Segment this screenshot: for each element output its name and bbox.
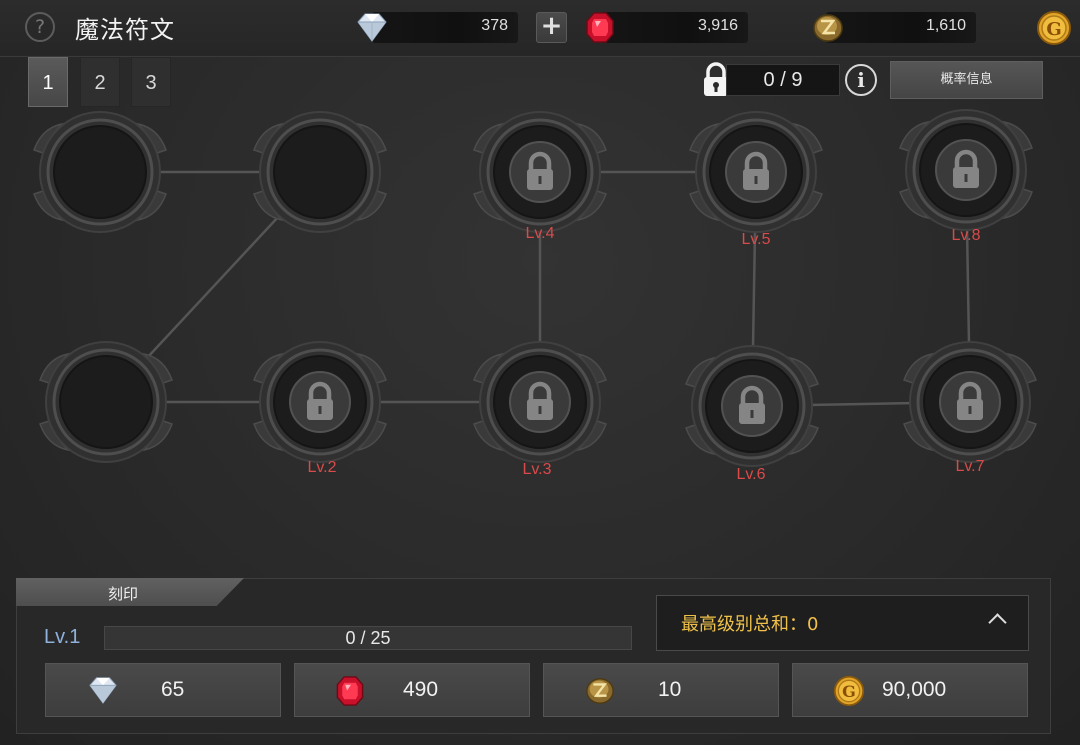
slot-level-label: Lv.8 [951, 227, 981, 244]
engrave-progress-bar: 0 / 25 [104, 626, 632, 650]
engrave-gold-button[interactable]: G 90,000 [792, 663, 1028, 717]
engrave-ruby-button[interactable]: 490 [294, 663, 530, 717]
rune-slot[interactable] [33, 111, 167, 233]
max-level-sum-text: 最高级别总和：0 [681, 614, 819, 635]
rune-stone-cost-value: 10 [658, 678, 682, 701]
probability-info-button[interactable]: 概率信息 [890, 61, 1043, 99]
rune-slot[interactable] [473, 341, 607, 463]
padlock-keyhole [538, 406, 542, 414]
ruby-icon [586, 12, 614, 43]
padlock-keyhole [968, 406, 972, 414]
rune-slot[interactable] [689, 111, 823, 233]
svg-text:G: G [842, 682, 856, 701]
slot-socket [59, 355, 153, 449]
current-level: Lv.1 [44, 626, 81, 648]
slot-level-label: Lv.7 [955, 458, 985, 475]
diamond-cost-value: 65 [161, 678, 185, 701]
engrave-rune-stone-button[interactable]: 10 [543, 663, 779, 717]
diamond-balance: 378 [372, 12, 518, 43]
engrave-tab-label: 刻印 [108, 585, 139, 603]
diamond-icon [89, 677, 117, 704]
add-diamond-button[interactable]: + [536, 12, 567, 43]
gold-coin-icon: G [833, 675, 865, 707]
rune-stone-balance: 1,610 [826, 12, 976, 43]
ruby-cost-value: 490 [403, 678, 439, 701]
ruby-balance-value: 3,916 [697, 17, 738, 34]
info-button[interactable]: i [845, 64, 877, 96]
top-bar: ? 魔法符文 378 + 3,916 1,610 G [0, 0, 1080, 57]
slot-level-label: Lv.5 [741, 231, 771, 248]
chevron-up-icon [988, 613, 1007, 632]
gold-cost-value: 90,000 [882, 678, 947, 701]
ruby-icon [336, 676, 364, 706]
rune-slots [33, 109, 1037, 467]
svg-text:G: G [1046, 19, 1061, 40]
max-level-sum-dropdown[interactable]: 最高级别总和：0 [656, 595, 1029, 651]
rune-slot[interactable] [39, 341, 173, 463]
rune-slot[interactable] [253, 341, 387, 463]
help-button[interactable]: ? [25, 12, 55, 42]
rune-slot[interactable] [685, 345, 819, 467]
slot-level-label: Lv.6 [736, 466, 766, 483]
rune-slot[interactable] [253, 111, 387, 233]
padlock-keyhole [754, 176, 758, 184]
slot-level-label: Lv.4 [525, 225, 555, 242]
slot-socket [273, 125, 367, 219]
rune-board [33, 109, 1037, 467]
gold-coin-icon: G [1037, 11, 1071, 45]
page-title: 魔法符文 [75, 16, 175, 44]
slot-socket [53, 125, 147, 219]
engrave-progress-text: 0 / 25 [345, 628, 391, 648]
rune-slot[interactable] [899, 109, 1033, 231]
padlock-keyhole [750, 410, 754, 418]
rune-slot[interactable] [473, 111, 607, 233]
padlock-keyhole [964, 174, 968, 182]
rune-stone-icon [813, 14, 843, 42]
ruby-balance: 3,916 [600, 12, 748, 43]
slot-level-label: Lv.2 [307, 459, 337, 476]
lock-count: 0 / 9 [726, 64, 840, 96]
rune-stone-icon [586, 678, 614, 704]
rune-slot[interactable] [903, 341, 1037, 463]
engrave-diamond-button[interactable]: 65 [45, 663, 281, 717]
padlock-keyhole [318, 406, 322, 414]
padlock-keyhole [538, 176, 542, 184]
rune-stone-balance-value: 1,610 [925, 17, 966, 34]
diamond-icon [357, 13, 387, 42]
slot-level-label: Lv.3 [522, 461, 552, 478]
diamond-balance-value: 378 [481, 17, 508, 34]
